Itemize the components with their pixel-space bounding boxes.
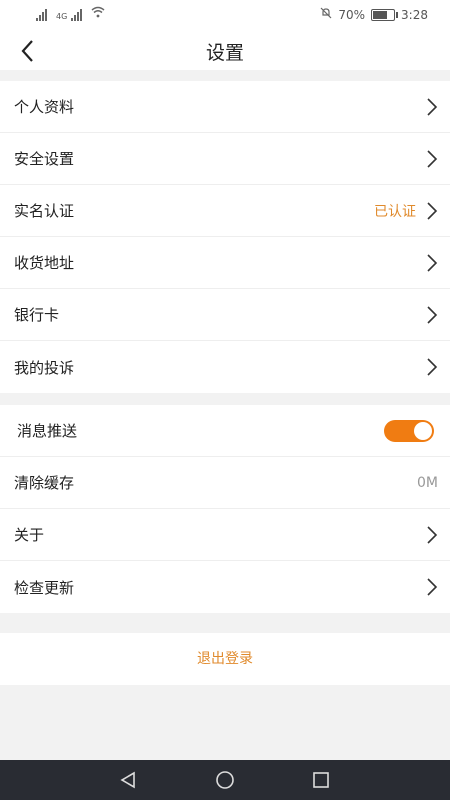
row-check-update[interactable]: 检查更新 [0, 561, 450, 613]
account-group: 个人资料 安全设置 实名认证 已认证 收货地址 银行卡 我的投诉 [0, 81, 450, 393]
row-about[interactable]: 关于 [0, 509, 450, 561]
header: 设置 [0, 30, 450, 70]
clock: 3:28 [401, 7, 428, 22]
status-right: 70% 3:28 [320, 7, 428, 22]
row-label: 检查更新 [14, 578, 75, 597]
push-toggle[interactable] [384, 420, 434, 442]
verification-status: 已认证 [374, 203, 416, 220]
battery-icon [371, 8, 399, 21]
chevron-right-icon [427, 254, 438, 272]
chevron-right-icon [427, 150, 438, 168]
home-circle-icon[interactable] [215, 770, 235, 790]
logout-button[interactable]: 退出登录 [0, 633, 450, 685]
row-bank-card[interactable]: 银行卡 [0, 289, 450, 341]
row-label: 银行卡 [14, 306, 60, 324]
wifi-icon [91, 6, 105, 21]
row-profile[interactable]: 个人资料 [0, 81, 450, 133]
toggle-knob [414, 422, 432, 440]
row-label: 个人资料 [14, 98, 75, 116]
system-navigation-bar [0, 760, 450, 800]
row-label: 清除缓存 [14, 474, 75, 492]
recents-square-icon[interactable] [311, 770, 331, 790]
row-verification[interactable]: 实名认证 已认证 [0, 185, 450, 237]
chevron-right-icon [427, 526, 438, 544]
network-type: 4G [56, 12, 68, 21]
battery-percent: 70% [338, 7, 366, 22]
chevron-right-icon [427, 358, 438, 376]
row-label: 我的投诉 [14, 358, 75, 377]
row-label: 收货地址 [14, 254, 75, 272]
back-triangle-icon[interactable] [118, 770, 138, 790]
status-bar: 4G 70% 3:28 [0, 0, 450, 30]
row-security[interactable]: 安全设置 [0, 133, 450, 185]
row-complaints[interactable]: 我的投诉 [0, 341, 450, 393]
cache-size: 0M [417, 474, 438, 491]
signal-icon [36, 9, 52, 21]
page-title: 设置 [205, 42, 244, 64]
row-clear-cache[interactable]: 清除缓存 0M [0, 457, 450, 509]
row-label: 安全设置 [14, 150, 75, 168]
app-settings-group: 消息推送 清除缓存 0M 关于 检查更新 [0, 405, 450, 613]
chevron-right-icon [427, 306, 438, 324]
row-label: 关于 [14, 526, 45, 544]
row-address[interactable]: 收货地址 [0, 237, 450, 289]
chevron-right-icon [427, 578, 438, 596]
mute-icon [320, 7, 332, 22]
row-label: 消息推送 [17, 422, 78, 440]
signal-area: 4G [36, 6, 105, 21]
chevron-right-icon [427, 202, 438, 220]
chevron-right-icon [427, 98, 438, 116]
signal-icon-2 [71, 9, 87, 21]
row-label: 实名认证 [14, 202, 75, 220]
row-push-notifications: 消息推送 [0, 405, 450, 457]
